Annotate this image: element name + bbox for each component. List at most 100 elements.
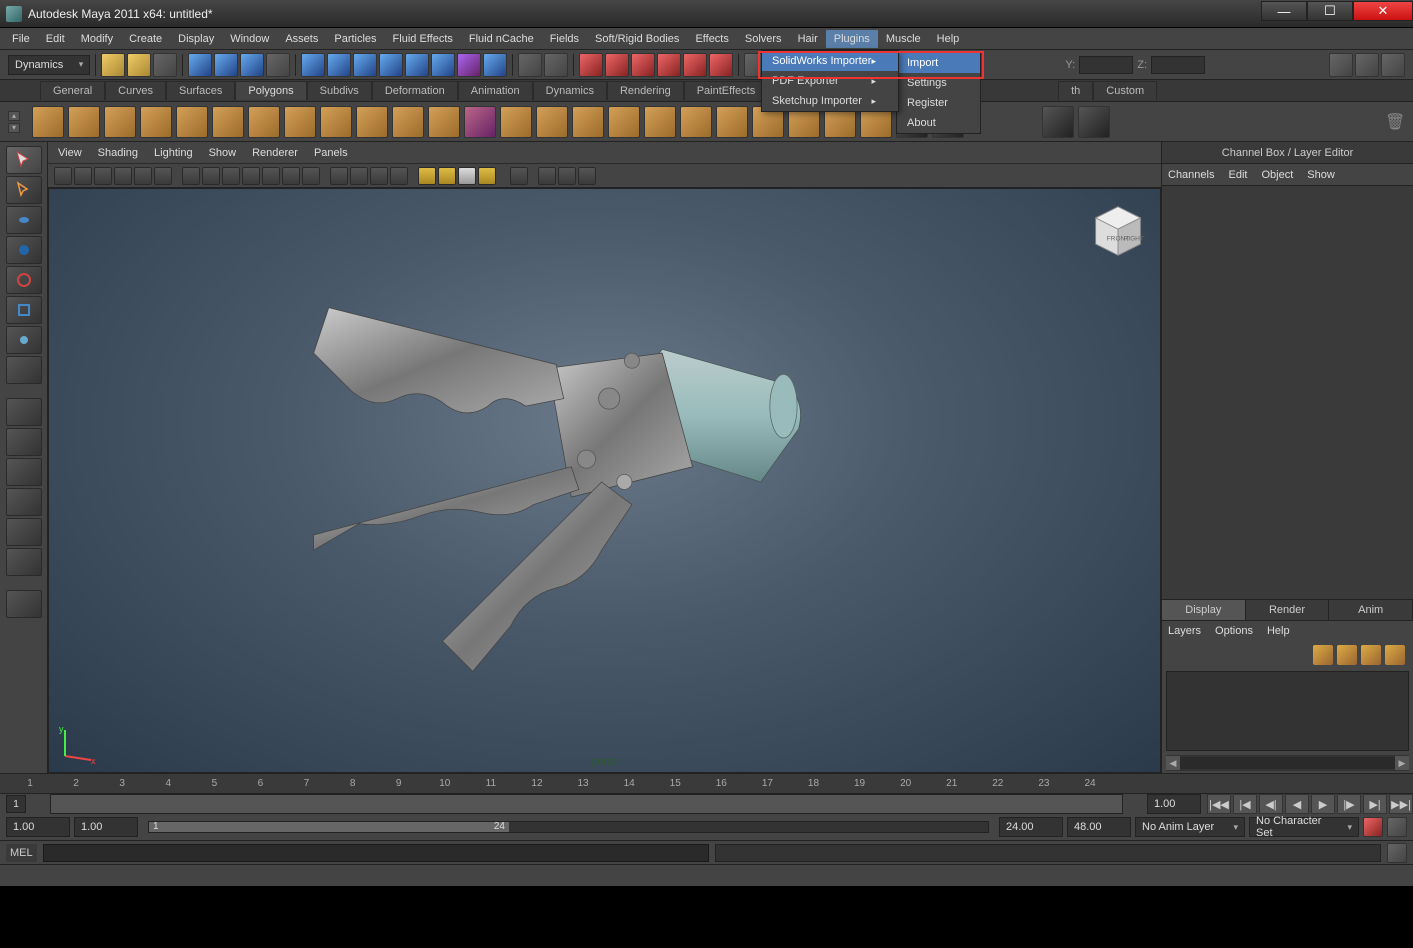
poly-separate-icon[interactable] xyxy=(536,106,568,138)
shelf-painteffects[interactable]: PaintEffects xyxy=(684,81,769,100)
magnet4-icon[interactable] xyxy=(657,53,681,77)
menu-create[interactable]: Create xyxy=(121,30,170,48)
plugin-solidworks[interactable]: SolidWorks Importer▸ xyxy=(762,51,898,71)
menu-display[interactable]: Display xyxy=(170,30,222,48)
hud1-icon[interactable] xyxy=(1329,53,1353,77)
save-scene-icon[interactable] xyxy=(153,53,177,77)
rp-edit[interactable]: Edit xyxy=(1228,169,1247,181)
layer-new-icon[interactable] xyxy=(1313,645,1333,665)
vp-xray-icon[interactable] xyxy=(302,167,320,185)
vp-light1-icon[interactable] xyxy=(418,167,436,185)
menu-fluidncache[interactable]: Fluid nCache xyxy=(461,30,542,48)
shelf-custom[interactable]: Custom xyxy=(1093,81,1157,100)
menu-softrigid[interactable]: Soft/Rigid Bodies xyxy=(587,30,687,48)
playback-btn-7[interactable]: ▶▶| xyxy=(1389,794,1413,814)
vp-film-icon[interactable] xyxy=(154,167,172,185)
poly-smooth-icon[interactable] xyxy=(608,106,640,138)
rp-show[interactable]: Show xyxy=(1307,169,1335,181)
playback-btn-5[interactable]: |▶ xyxy=(1337,794,1361,814)
layer-list[interactable] xyxy=(1166,671,1409,751)
shelf-th[interactable]: th xyxy=(1058,81,1093,100)
playback-btn-4[interactable]: ▶ xyxy=(1311,794,1335,814)
shelf-up-icon[interactable]: ▴ xyxy=(8,111,20,121)
poly-helix-icon[interactable] xyxy=(356,106,388,138)
rotate-tool-icon[interactable] xyxy=(6,266,42,294)
menu-file[interactable]: File xyxy=(4,30,38,48)
range-thumb[interactable]: 1 24 xyxy=(149,822,509,832)
poly-extract-icon[interactable] xyxy=(572,106,604,138)
vp-iso2-icon[interactable] xyxy=(350,167,368,185)
poly-texture-icon[interactable] xyxy=(464,106,496,138)
layout-two-icon[interactable] xyxy=(6,458,42,486)
menu-effects[interactable]: Effects xyxy=(687,30,736,48)
layout-outliner-icon[interactable] xyxy=(6,518,42,546)
menu-edit[interactable]: Edit xyxy=(38,30,73,48)
menu-window[interactable]: Window xyxy=(222,30,277,48)
axis-gizmo[interactable]: x y xyxy=(55,722,99,766)
vp-tex-icon[interactable] xyxy=(222,167,240,185)
vp-bookmark-icon[interactable] xyxy=(74,167,92,185)
poly-transfer-icon[interactable] xyxy=(716,106,748,138)
extra1-icon[interactable] xyxy=(1042,106,1074,138)
history-toggle-icon[interactable] xyxy=(6,590,42,618)
shelf-surfaces[interactable]: Surfaces xyxy=(166,81,235,100)
anim-layer-dropdown[interactable]: No Anim Layer xyxy=(1135,817,1245,837)
poly-cube-icon[interactable] xyxy=(68,106,100,138)
menu-particles[interactable]: Particles xyxy=(326,30,384,48)
select-tool-icon[interactable] xyxy=(6,146,42,174)
layer-scroll[interactable]: ◀ ▶ xyxy=(1166,755,1409,771)
sel-object-icon[interactable] xyxy=(188,53,212,77)
vp-hq-icon[interactable] xyxy=(282,167,300,185)
rp-object[interactable]: Object xyxy=(1261,169,1293,181)
poly-combine-icon[interactable] xyxy=(500,106,532,138)
shelf-curves[interactable]: Curves xyxy=(105,81,166,100)
shelf-polygons[interactable]: Polygons xyxy=(235,81,306,100)
poly-sphere-icon[interactable] xyxy=(32,106,64,138)
shelf-rendering[interactable]: Rendering xyxy=(607,81,684,100)
time-end-display[interactable] xyxy=(1147,794,1201,814)
history-icon[interactable] xyxy=(457,53,481,77)
sel-component-icon[interactable] xyxy=(214,53,238,77)
scale-tool-icon[interactable] xyxy=(6,296,42,324)
range-track[interactable]: 1 24 xyxy=(148,821,989,833)
prefs-icon[interactable] xyxy=(1387,817,1407,837)
shelf-down-icon[interactable]: ▾ xyxy=(8,123,20,133)
playback-btn-2[interactable]: ◀| xyxy=(1259,794,1283,814)
snap-point-icon[interactable] xyxy=(353,53,377,77)
menu-fields[interactable]: Fields xyxy=(542,30,587,48)
layout-graph-icon[interactable] xyxy=(6,548,42,576)
plugin-sketchup[interactable]: Sketchup Importer▸ xyxy=(762,91,898,111)
submenu-register[interactable]: Register xyxy=(897,93,980,113)
new-scene-icon[interactable] xyxy=(101,53,125,77)
last-tool-icon[interactable] xyxy=(6,356,42,384)
scroll-left-icon[interactable]: ◀ xyxy=(1166,756,1180,770)
submenu-about[interactable]: About xyxy=(897,113,980,133)
cmd-input[interactable] xyxy=(43,844,709,862)
tab-render[interactable]: Render xyxy=(1246,600,1330,620)
poly-cone-icon[interactable] xyxy=(140,106,172,138)
snap-curve-icon[interactable] xyxy=(327,53,351,77)
hud3-icon[interactable] xyxy=(1381,53,1405,77)
menu-solvers[interactable]: Solvers xyxy=(737,30,790,48)
menu-assets[interactable]: Assets xyxy=(277,30,326,48)
vp-iso1-icon[interactable] xyxy=(330,167,348,185)
script-editor-icon[interactable] xyxy=(1387,843,1407,863)
vp-light3-icon[interactable] xyxy=(458,167,476,185)
time-ruler[interactable]: 123456789101112131415161718192021222324 xyxy=(0,774,1413,794)
manip-tool-icon[interactable] xyxy=(6,326,42,354)
snap-view-icon[interactable] xyxy=(431,53,455,77)
snap-grid-icon[interactable] xyxy=(301,53,325,77)
lm-options[interactable]: Options xyxy=(1215,625,1253,637)
minimize-button[interactable]: — xyxy=(1261,1,1307,21)
menu-fluideffects[interactable]: Fluid Effects xyxy=(385,30,461,48)
vp-menu-view[interactable]: View xyxy=(58,147,82,159)
vp-menu-shading[interactable]: Shading xyxy=(98,147,138,159)
vp-menu-renderer[interactable]: Renderer xyxy=(252,147,298,159)
shelf-deformation[interactable]: Deformation xyxy=(372,81,458,100)
magnet6-icon[interactable] xyxy=(709,53,733,77)
lasso-tool-icon[interactable] xyxy=(6,176,42,204)
rp-channels[interactable]: Channels xyxy=(1168,169,1214,181)
snap-live-icon[interactable] xyxy=(405,53,429,77)
poly-pyramid-icon[interactable] xyxy=(284,106,316,138)
shelf-general[interactable]: General xyxy=(40,81,105,100)
